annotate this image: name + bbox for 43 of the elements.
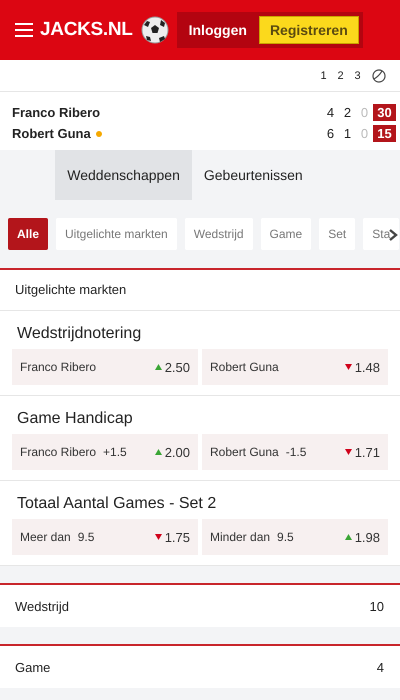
category-count: 4	[376, 660, 384, 674]
odds-button[interactable]: Minder dan 9.5 1.98	[202, 519, 388, 555]
odds-button[interactable]: Robert Guna -1.5 1.71	[202, 434, 388, 470]
market-title: Wedstrijdnotering	[16, 324, 142, 344]
category-label: Wedstrijd	[15, 598, 69, 614]
category-row[interactable]: Wedstrijd 10	[0, 583, 400, 627]
filter-chip[interactable]: Sta	[363, 218, 400, 250]
set-score: 2	[342, 105, 352, 120]
football-icon	[140, 16, 169, 44]
category-label: Game	[15, 660, 50, 674]
section-header[interactable]: Uitgelichte markten	[0, 270, 400, 311]
set-column-label: 3	[353, 70, 362, 82]
set-score: 1	[342, 126, 352, 141]
player-name: Franco Ribero	[12, 105, 100, 120]
filter-chip[interactable]: Wedstrijd	[184, 218, 253, 250]
set-column-label: 1	[319, 70, 328, 82]
odds-button[interactable]: Meer dan 9.5 1.75	[12, 519, 198, 555]
point-score: 15	[373, 125, 396, 142]
filter-chip[interactable]: Alle	[8, 218, 48, 250]
point-score: 30	[373, 104, 396, 121]
tab[interactable]: Gebeurtenissen	[192, 150, 315, 200]
register-button[interactable]: Registreren	[258, 16, 359, 44]
category-count: 10	[370, 598, 384, 614]
tab[interactable]: Weddenschappen	[55, 150, 192, 200]
set-score: 4	[326, 105, 336, 120]
category-row[interactable]: Game 4	[0, 644, 400, 688]
market-title: Totaal Aantal Games - Set 2	[16, 494, 218, 514]
filter-chip[interactable]: Set	[319, 218, 356, 250]
menu-icon[interactable]	[15, 23, 33, 37]
set-score: 0	[360, 126, 370, 141]
set-column-label: 2	[336, 70, 345, 82]
odds-button[interactable]: Franco Ribero 2.50	[12, 349, 198, 385]
filter-chip[interactable]: Uitgelichte markten	[56, 218, 177, 250]
chevron-right-icon[interactable]	[389, 229, 398, 241]
market-title: Game Handicap	[16, 409, 134, 429]
filter-chip[interactable]: Game	[260, 218, 312, 250]
logo[interactable]: JACKS.NL	[40, 19, 133, 41]
odds-button[interactable]: Robert Guna 1.48	[202, 349, 388, 385]
odds-button[interactable]: Franco Ribero +1.5 2.00	[12, 434, 198, 470]
player-name: Robert Guna	[12, 126, 91, 141]
set-score: 6	[326, 126, 336, 141]
tennis-ball-icon	[372, 68, 386, 82]
set-score: 0	[360, 105, 370, 120]
